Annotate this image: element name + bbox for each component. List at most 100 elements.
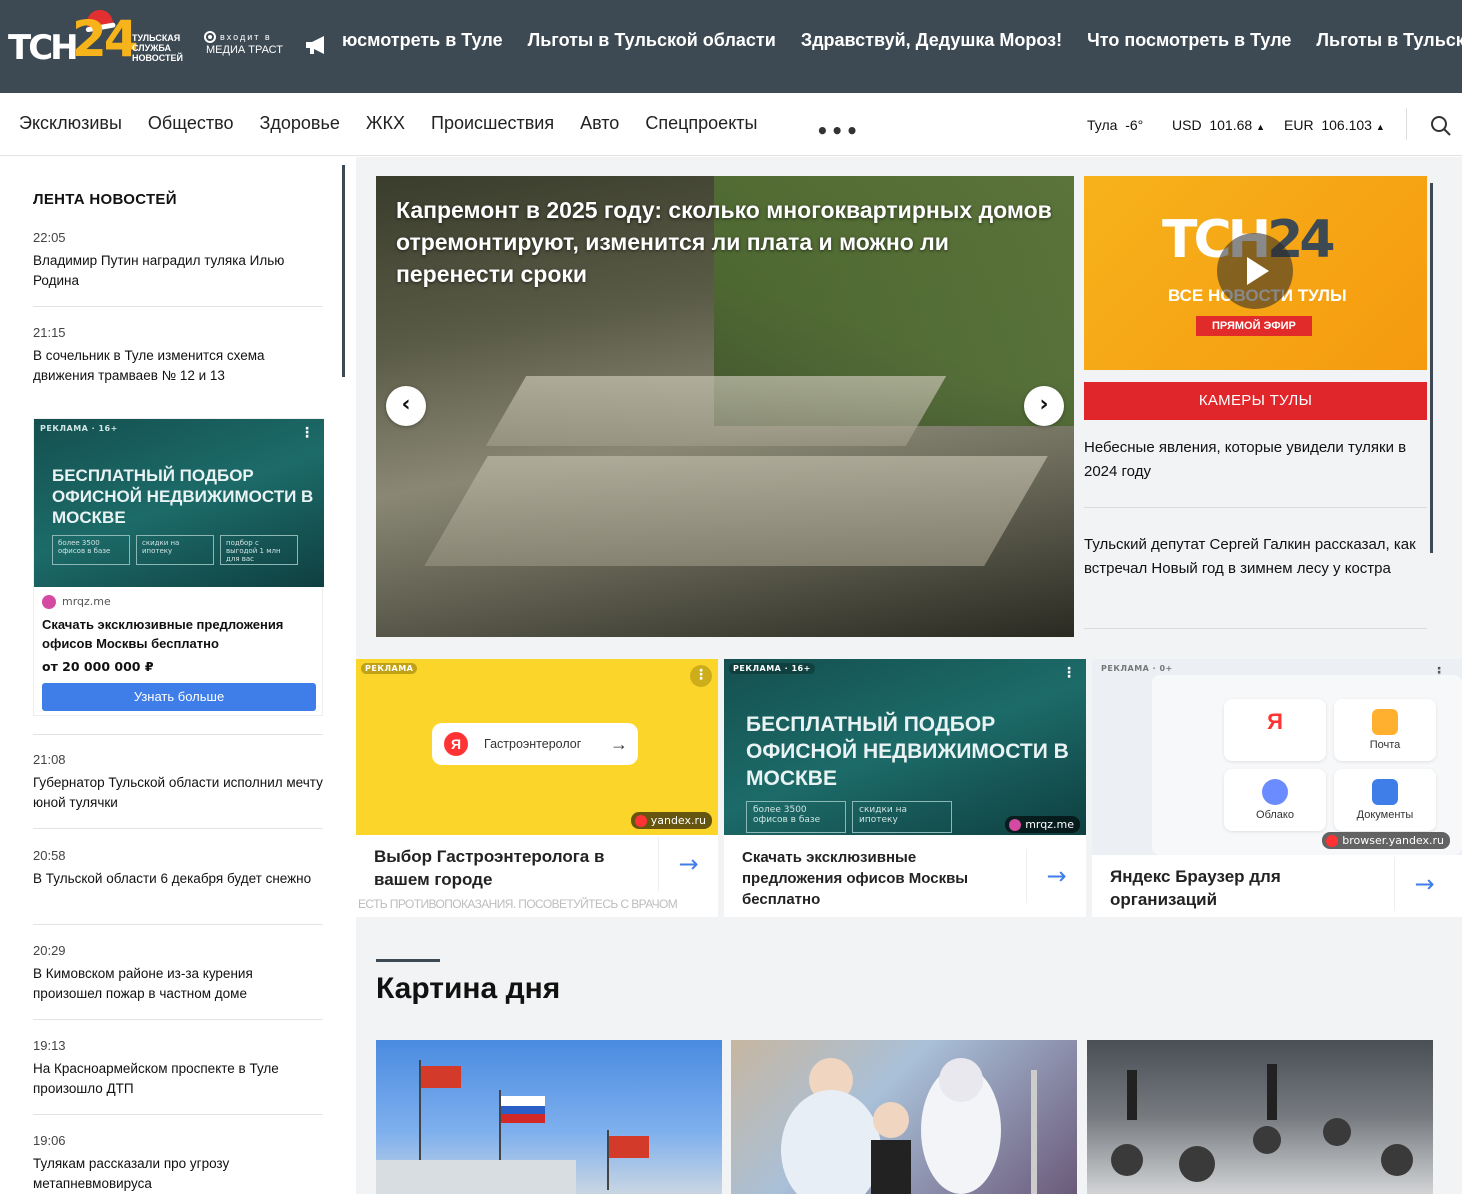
search-icon[interactable] (1430, 115, 1452, 137)
feed-time: 20:29 (33, 943, 66, 958)
ad-caption[interactable]: Скачать эксклюзивные предложения офисов … (742, 847, 1012, 910)
divider (1084, 507, 1427, 508)
ad-gastro[interactable]: РЕКЛАМА ⋮ Я Гастроэнтеролог → yandex.ru Вы… (356, 659, 718, 917)
arrow-right-icon[interactable]: → (1026, 849, 1086, 903)
day-photo-snow[interactable] (1087, 1040, 1433, 1194)
ad-headline: БЕСПЛАТНЫЙ ПОДБОР ОФИСНОЙ НЕДВИЖИМОСТИ В… (52, 466, 314, 527)
feed-item[interactable]: 21:08 Губернатор Тульской области исполн… (33, 734, 323, 829)
trend-up-icon: ▲ (1375, 122, 1385, 132)
weather-widget[interactable]: Тула -6° (1087, 117, 1143, 133)
feed-item[interactable]: 19:13 На Красноармейском проспекте в Тул… (33, 1038, 323, 1115)
nav-item-specprojects[interactable]: Спецпроекты (645, 113, 757, 133)
hero-title[interactable]: Капремонт в 2025 году: сколько многоквар… (396, 194, 1066, 290)
ad-image: РЕКЛАМА · 16+ ⋮ БЕСПЛАТНЫЙ ПОДБОР ОФИСНО… (34, 419, 324, 587)
ad-warning: ЕСТЬ ПРОТИВОПОКАЗАНИЯ. ПОСОВЕТУЙТЕСЬ С В… (358, 897, 678, 911)
feed-item[interactable]: 20:29 В Кимовском районе из-за курения п… (33, 943, 323, 1020)
feed-time: 21:15 (33, 325, 66, 340)
site-logo[interactable]: ТСН 24 (8, 7, 139, 68)
feed-headline[interactable]: В Кимовском районе из-за курения произош… (33, 964, 323, 1004)
news-ticker: юсмотреть в Туле Льготы в Тульской облас… (342, 30, 1462, 60)
feed-item[interactable]: 22:05 Владимир Путин наградил туляка Иль… (33, 230, 323, 307)
live-stream-banner[interactable]: ТСН24 ВСЕ НОВОСТИ ТУЛЫ ПРЯМОЙ ЭФИР (1084, 176, 1427, 370)
ad-label: РЕКЛАМА · 0+ (1101, 664, 1173, 673)
nav-item-incidents[interactable]: Происшествия (431, 113, 554, 133)
day-photo-santa[interactable] (731, 1040, 1077, 1194)
ad-headline: БЕСПЛАТНЫЙ ПОДБОР ОФИСНОЙ НЕДВИЖИМОСТИ В… (746, 713, 1069, 790)
feed-headline[interactable]: В сочельник в Туле изменится схема движе… (33, 346, 323, 386)
side-news-item[interactable]: Тульский депутат Сергей Галкин рассказал… (1084, 533, 1427, 581)
nav-divider (1406, 108, 1407, 140)
nav-item-zhkh[interactable]: ЖКХ (366, 113, 405, 133)
section-accent (376, 959, 440, 962)
logo-subtitle: ТУЛЬСКАЯ СЛУЖБА НОВОСТЕЙ (132, 33, 184, 63)
city-cams-button[interactable]: КАМЕРЫ ТУЛЫ (1084, 382, 1427, 420)
ad-text[interactable]: Скачать эксклюзивные предложения офисов … (42, 615, 312, 653)
santa-illustration (781, 1058, 1037, 1194)
feed-headline[interactable]: В Тульской области 6 декабря будет снежн… (33, 869, 323, 889)
slider-next-button[interactable]: › (1024, 386, 1064, 426)
live-badge: ПРЯМОЙ ЭФИР (1196, 316, 1312, 336)
arrow-right-icon[interactable]: → (658, 837, 718, 891)
ad-source: mrqz.me (42, 595, 111, 609)
feed-headline[interactable]: Владимир Путин наградил туляка Илью Роди… (33, 251, 323, 291)
divider (33, 828, 323, 829)
ticker-item[interactable]: Что посмотреть в Туле (1087, 30, 1291, 50)
learn-more-button[interactable]: Узнать больше (42, 683, 316, 711)
feed-headline[interactable]: Тулякам рассказали про угрозу метапневмо… (33, 1154, 323, 1194)
media-trust-link[interactable]: входит в МЕДИА ТРАСТ (204, 31, 283, 57)
ticker-item[interactable]: Льготы в Тульской области (528, 30, 776, 50)
ad-price: от 20 000 000 ₽ (42, 659, 154, 674)
ad-menu-icon[interactable]: ⋮ (300, 425, 314, 441)
slider-prev-button[interactable]: ‹ (386, 386, 426, 426)
feed-time: 19:13 (33, 1038, 66, 1053)
ad-image: РЕКЛАМА · 16+ ⋮ БЕСПЛАТНЫЙ ПОДБОР ОФИСНО… (724, 659, 1086, 835)
ad-image: РЕКЛАМА · 0+ ⋮ Я Почта Облако Документы … (1092, 659, 1462, 855)
nav-item-exclusives[interactable]: Эксклюзивы (19, 113, 122, 133)
megaphone-icon (306, 36, 324, 54)
feed-time: 21:08 (33, 752, 66, 767)
nav-item-society[interactable]: Общество (148, 113, 234, 133)
ticker-item[interactable]: юсмотреть в Туле (342, 30, 503, 50)
ad-caption[interactable]: Выбор Гастроэнтеролога в вашем городе (374, 845, 644, 891)
yandex-tile: Я (1224, 699, 1326, 761)
ad-menu-icon[interactable]: ⋮ (690, 665, 712, 687)
ad-source: mrqz.me (1005, 816, 1080, 833)
nav-item-auto[interactable]: Авто (580, 113, 619, 133)
logo-24: 24 (72, 10, 139, 68)
side-scrollbar[interactable] (1430, 183, 1433, 553)
ad-search-box: Я Гастроэнтеролог → (432, 723, 638, 765)
ad-office[interactable]: РЕКЛАМА · 16+ ⋮ БЕСПЛАТНЫЙ ПОДБОР ОФИСНО… (724, 659, 1086, 917)
feed-time: 20:58 (33, 848, 66, 863)
feed-headline[interactable]: Губернатор Тульской области исполнил меч… (33, 773, 323, 813)
divider (33, 1019, 323, 1020)
day-photo-flags[interactable] (376, 1040, 722, 1194)
ad-image: РЕКЛАМА ⋮ Я Гастроэнтеролог → yandex.ru (356, 659, 718, 835)
ticker-item[interactable]: Здравствуй, Дедушка Мороз! (801, 30, 1062, 50)
feed-item[interactable]: 21:15 В сочельник в Туле изменится схема… (33, 325, 323, 386)
yandex-icon: Я (444, 732, 468, 756)
more-menu-button[interactable]: ••• (816, 119, 860, 143)
cloud-icon (1262, 779, 1288, 805)
ad-caption[interactable]: Яндекс Браузер для организаций (1110, 865, 1380, 911)
ad-menu-icon[interactable]: ⋮ (1062, 665, 1076, 681)
ad-block-left[interactable]: РЕКЛАМА · 16+ ⋮ БЕСПЛАТНЫЙ ПОДБОР ОФИСНО… (33, 418, 324, 716)
hero-slider[interactable]: Капремонт в 2025 году: сколько многоквар… (376, 176, 1074, 637)
arrow-right-icon[interactable]: → (1394, 857, 1454, 911)
divider (33, 306, 323, 307)
side-news-item[interactable]: Небесные явления, которые увидели туляки… (1084, 436, 1427, 484)
section-title: Картина дня (376, 972, 561, 1005)
cloud-tile: Облако (1224, 769, 1326, 831)
yandex-icon (1326, 835, 1339, 847)
feed-item[interactable]: 20:58 В Тульской области 6 декабря будет… (33, 848, 323, 925)
nav-item-health[interactable]: Здоровье (259, 113, 339, 133)
mail-icon (1372, 709, 1398, 735)
feed-item[interactable]: 19:06 Тулякам рассказали про угрозу мета… (33, 1133, 323, 1194)
ad-browser[interactable]: РЕКЛАМА · 0+ ⋮ Я Почта Облако Документы … (1092, 659, 1462, 917)
snow-illustration (1111, 1064, 1413, 1182)
ticker-item[interactable]: Льготы в Тульской (1316, 30, 1462, 50)
play-icon[interactable] (1217, 233, 1293, 309)
yandex-icon (634, 815, 647, 827)
feed-scrollbar[interactable] (342, 165, 345, 377)
ad-source: yandex.ru (630, 812, 712, 829)
feed-headline[interactable]: На Красноармейском проспекте в Туле прои… (33, 1059, 323, 1099)
